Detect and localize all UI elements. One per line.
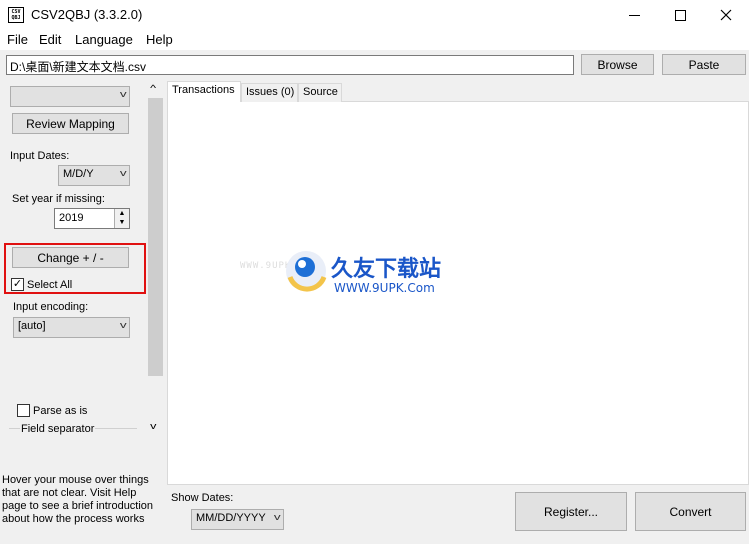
register-button[interactable]: Register... — [515, 492, 627, 531]
encoding-label: Input encoding: — [13, 301, 89, 313]
scrollbar-thumb[interactable] — [148, 98, 163, 376]
app-icon: CSV QBJ — [8, 7, 24, 23]
spin-up-icon[interactable]: ▲ — [115, 209, 129, 218]
menu-file[interactable]: File — [7, 32, 28, 47]
file-path-input[interactable]: D:\桌面\新建文本文档.csv — [6, 55, 574, 75]
show-dates-select[interactable]: MM/DD/YYYY v — [191, 509, 284, 530]
highlight-box — [4, 243, 146, 294]
show-dates-value: MM/DD/YYYY — [196, 512, 266, 524]
chevron-down-icon: v — [273, 512, 281, 522]
scroll-down-icon[interactable]: v — [150, 421, 156, 431]
title-bar: CSV QBJ CSV2QBJ (3.3.2.0) — [0, 0, 749, 30]
input-dates-select[interactable]: M/D/Y v — [58, 165, 130, 186]
watermark-brand: 久友下载站 — [331, 257, 442, 282]
review-mapping-button[interactable]: Review Mapping — [12, 113, 129, 134]
menu-help[interactable]: Help — [146, 32, 173, 47]
year-spinner[interactable]: 2019 ▲ ▼ — [54, 208, 130, 229]
year-value: 2019 — [59, 212, 84, 224]
close-button[interactable] — [703, 0, 749, 30]
scroll-up-icon[interactable]: ^ — [150, 83, 156, 93]
spin-down-icon[interactable]: ▼ — [115, 218, 129, 227]
tab-issues[interactable]: Issues (0) — [241, 83, 298, 102]
minimize-button[interactable] — [611, 0, 657, 30]
chevron-down-icon: v — [119, 89, 127, 99]
input-dates-label: Input Dates: — [10, 150, 70, 162]
watermark-logo-icon — [286, 251, 327, 292]
menu-language[interactable]: Language — [75, 32, 133, 47]
encoding-value: [auto] — [18, 320, 46, 332]
parse-as-is-label: Parse as is — [33, 405, 88, 417]
help-text: Hover your mouse over things that are no… — [2, 474, 154, 525]
field-separator-label: Field separator — [20, 423, 96, 435]
watermark-url: WWW.9UPK.Com — [334, 281, 435, 295]
watermark: WWW.9UPK.COM 久友下载站 WWW.9UPK.Com — [240, 247, 470, 307]
input-dates-value: M/D/Y — [63, 168, 94, 180]
close-icon — [720, 9, 732, 21]
show-dates-label: Show Dates: — [171, 492, 234, 504]
chevron-down-icon: v — [119, 320, 127, 330]
minimize-icon — [628, 14, 640, 16]
browse-button[interactable]: Browse — [581, 54, 654, 75]
tab-source[interactable]: Source — [298, 83, 342, 102]
menu-edit[interactable]: Edit — [39, 32, 61, 47]
paste-button[interactable]: Paste — [662, 54, 746, 75]
convert-button[interactable]: Convert — [635, 492, 746, 531]
mapping-select[interactable]: v — [10, 86, 130, 107]
window-title: CSV2QBJ (3.3.2.0) — [31, 7, 143, 22]
year-label: Set year if missing: — [12, 193, 105, 205]
tab-transactions[interactable]: Transactions — [167, 81, 241, 102]
left-panel-scrollbar[interactable]: ^ v — [147, 81, 164, 439]
menu-bar: File Edit Language Help — [0, 30, 749, 50]
chevron-down-icon: v — [119, 168, 127, 178]
maximize-icon — [674, 9, 686, 21]
parse-as-is-checkbox[interactable] — [17, 404, 30, 417]
maximize-button[interactable] — [657, 0, 703, 30]
encoding-select[interactable]: [auto] v — [13, 317, 130, 338]
